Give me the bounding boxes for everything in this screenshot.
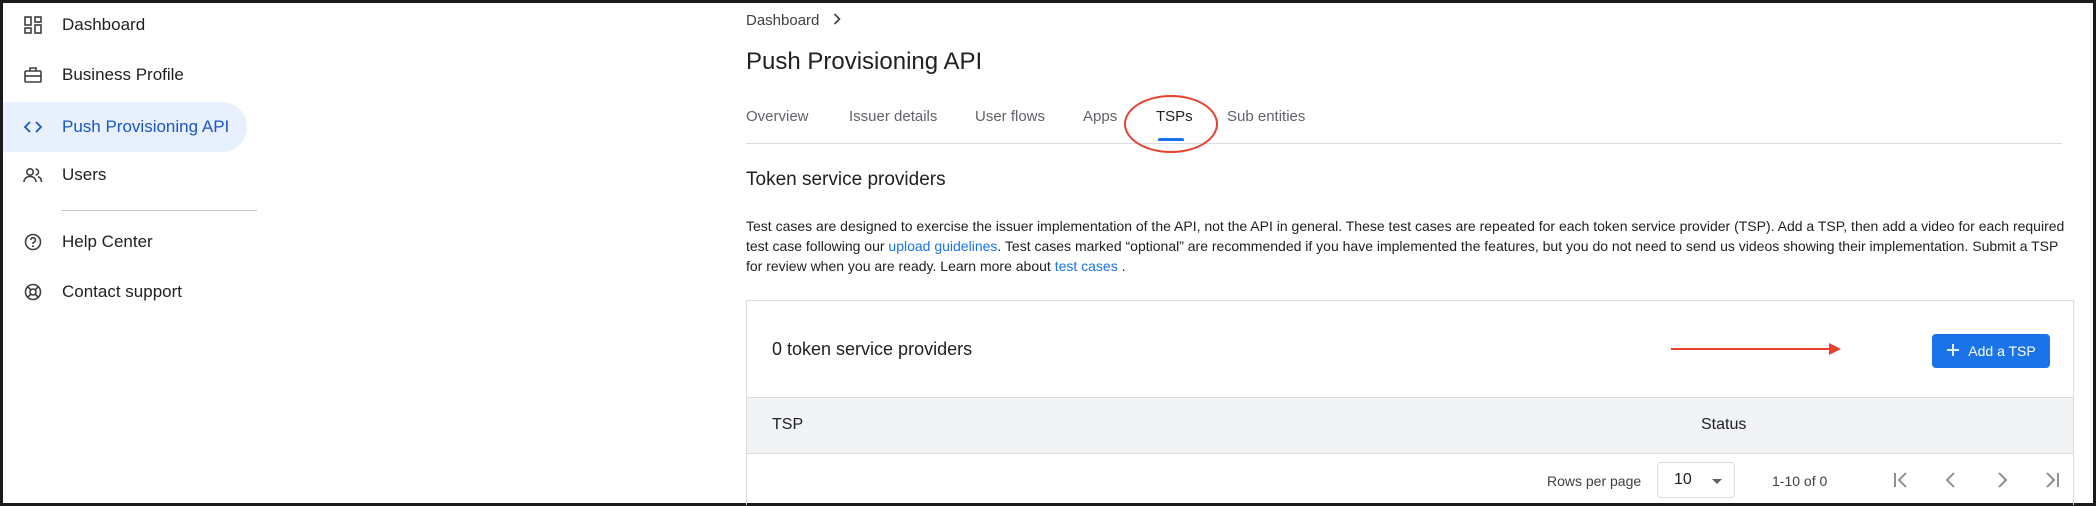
next-page-icon[interactable]	[1990, 468, 2014, 492]
code-icon	[23, 117, 43, 137]
tab-tsps[interactable]: TSPs	[1156, 108, 1193, 125]
first-page-icon[interactable]	[1889, 468, 1913, 492]
tab-sub-entities[interactable]: Sub entities	[1227, 108, 1305, 125]
pagination-range: 1-10 of 0	[1772, 473, 1828, 489]
add-tsp-button[interactable]: Add a TSP	[1932, 334, 2050, 368]
sidebar-item-contact-support[interactable]: Contact support	[3, 267, 247, 317]
rows-per-page-label: Rows per page	[1547, 473, 1642, 489]
tab-apps[interactable]: Apps	[1083, 108, 1117, 125]
column-header-tsp[interactable]: TSP	[772, 416, 803, 434]
sidebar-item-dashboard[interactable]: Dashboard	[3, 0, 247, 50]
pagination: Rows per page 10 1-10 of 0	[747, 454, 2073, 506]
plus-icon	[1946, 341, 1960, 361]
page-title: Push Provisioning API	[746, 48, 983, 75]
breadcrumb: Dashboard	[746, 12, 842, 29]
dashboard-icon	[23, 15, 43, 35]
description-text: .	[1117, 258, 1126, 274]
briefcase-icon	[23, 65, 43, 85]
sidebar: Dashboard Business Profile Push Provisio…	[3, 0, 263, 503]
breadcrumb-item-dashboard[interactable]: Dashboard	[746, 12, 819, 29]
table-header: TSP Status	[747, 397, 2073, 454]
test-cases-link[interactable]: test cases	[1055, 258, 1118, 274]
previous-page-icon[interactable]	[1939, 468, 1963, 492]
add-tsp-button-label: Add a TSP	[1968, 343, 2036, 359]
tab-bar: Overview Issuer details User flows Apps …	[746, 108, 2062, 144]
rows-per-page-select[interactable]: 10	[1657, 462, 1735, 498]
sidebar-divider	[61, 210, 257, 211]
users-icon	[23, 165, 43, 185]
section-description: Test cases are designed to exercise the …	[746, 216, 2066, 276]
tab-issuer-details[interactable]: Issuer details	[849, 108, 937, 125]
sidebar-item-label: Business Profile	[62, 65, 184, 84]
rows-per-page-value: 10	[1674, 471, 1692, 488]
sidebar-item-label: Contact support	[62, 282, 183, 301]
upload-guidelines-link[interactable]: upload guidelines	[888, 238, 997, 254]
sidebar-item-label: Push Provisioning API	[62, 117, 230, 136]
sidebar-item-label: Dashboard	[62, 15, 146, 34]
sidebar-item-users[interactable]: Users	[3, 150, 247, 200]
tab-user-flows[interactable]: User flows	[975, 108, 1045, 125]
sidebar-item-label: Help Center	[62, 232, 153, 251]
annotation-arrow	[1671, 343, 1841, 355]
tab-overview[interactable]: Overview	[746, 108, 809, 125]
sidebar-item-business-profile[interactable]: Business Profile	[3, 50, 247, 100]
last-page-icon[interactable]	[2040, 468, 2064, 492]
sidebar-item-push-provisioning-api[interactable]: Push Provisioning API	[3, 102, 247, 152]
support-icon	[23, 282, 43, 302]
chevron-right-icon	[833, 12, 842, 29]
sidebar-item-label: Users	[62, 165, 107, 184]
active-tab-indicator	[1158, 138, 1184, 141]
help-icon	[23, 232, 43, 252]
section-title: Token service providers	[746, 169, 946, 190]
sidebar-item-help-center[interactable]: Help Center	[3, 217, 247, 267]
tsp-card: 0 token service providers Add a TSP TSP …	[746, 300, 2074, 505]
caret-down-icon	[1712, 479, 1722, 484]
tsp-count: 0 token service providers	[772, 339, 973, 359]
column-header-status[interactable]: Status	[1701, 416, 1746, 434]
